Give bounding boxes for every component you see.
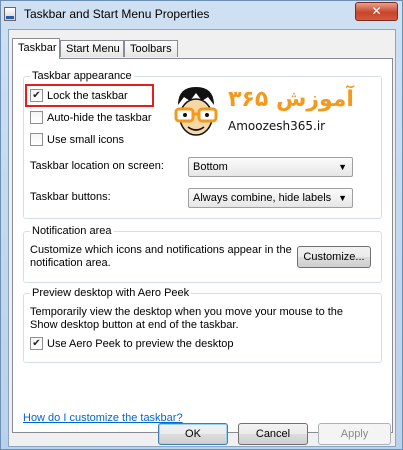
- buttons-label: Taskbar buttons:: [30, 191, 111, 203]
- group-title-notification: Notification area: [30, 225, 114, 237]
- highlight-box: [25, 84, 154, 107]
- cartoon-face-icon: [174, 87, 218, 136]
- aero-peek-checkbox[interactable]: ✔: [30, 337, 43, 350]
- amoozesh-logo: آموزش ۳۶۵ Amoozesh365.ir: [168, 83, 378, 141]
- tab-start-menu[interactable]: Start Menu: [60, 40, 124, 57]
- buttons-value: Always combine, hide labels: [193, 192, 332, 204]
- aero-peek-label: Use Aero Peek to preview the desktop: [47, 337, 234, 350]
- window-title: Taskbar and Start Menu Properties: [24, 7, 210, 21]
- dialog-client-area: Taskbar Start Menu Toolbars Taskbar appe…: [8, 29, 396, 447]
- chevron-down-icon: ▼: [338, 193, 347, 203]
- taskbar-tab-panel: Taskbar appearance ✔ Lock the taskbar Au…: [12, 58, 393, 433]
- location-dropdown[interactable]: Bottom ▼: [188, 157, 353, 177]
- autohide-option[interactable]: Auto-hide the taskbar: [30, 111, 152, 124]
- apply-button[interactable]: Apply: [318, 423, 391, 445]
- taskbar-appearance-group: Taskbar appearance ✔ Lock the taskbar Au…: [23, 70, 382, 219]
- autohide-checkbox[interactable]: [30, 111, 43, 124]
- logo-latin-text: Amoozesh365.ir: [228, 119, 326, 133]
- small-icons-label: Use small icons: [47, 133, 125, 146]
- window-app-icon: [4, 7, 16, 21]
- small-icons-checkbox[interactable]: [30, 133, 43, 146]
- tab-taskbar[interactable]: Taskbar: [12, 38, 60, 59]
- notification-description: Customize which icons and notifications …: [30, 244, 292, 269]
- buttons-dropdown[interactable]: Always combine, hide labels ▼: [188, 188, 353, 208]
- aero-peek-group: Preview desktop with Aero Peek Temporari…: [23, 287, 382, 363]
- tab-toolbars[interactable]: Toolbars: [124, 40, 178, 57]
- chevron-down-icon: ▼: [338, 162, 347, 172]
- group-title-taskbar-appearance: Taskbar appearance: [30, 70, 134, 82]
- help-link[interactable]: How do I customize the taskbar?: [23, 412, 183, 424]
- location-label: Taskbar location on screen:: [30, 160, 164, 172]
- aero-peek-option[interactable]: ✔ Use Aero Peek to preview the desktop: [30, 337, 234, 350]
- aero-peek-description: Temporarily view the desktop when you mo…: [30, 306, 344, 331]
- small-icons-option[interactable]: Use small icons: [30, 133, 124, 146]
- close-button[interactable]: ✕: [355, 2, 398, 21]
- notification-area-group: Notification area Customize which icons …: [23, 225, 382, 283]
- location-value: Bottom: [193, 161, 228, 173]
- cancel-button[interactable]: Cancel: [238, 423, 308, 445]
- customize-button[interactable]: Customize...: [297, 246, 371, 268]
- ok-button[interactable]: OK: [158, 423, 228, 445]
- group-title-aero-peek: Preview desktop with Aero Peek: [30, 287, 192, 299]
- properties-window: Taskbar and Start Menu Properties ✕ Task…: [0, 0, 403, 450]
- autohide-label: Auto-hide the taskbar: [47, 111, 152, 124]
- logo-persian-text: آموزش ۳۶۵: [228, 87, 354, 112]
- title-bar[interactable]: Taskbar and Start Menu Properties ✕: [1, 1, 402, 29]
